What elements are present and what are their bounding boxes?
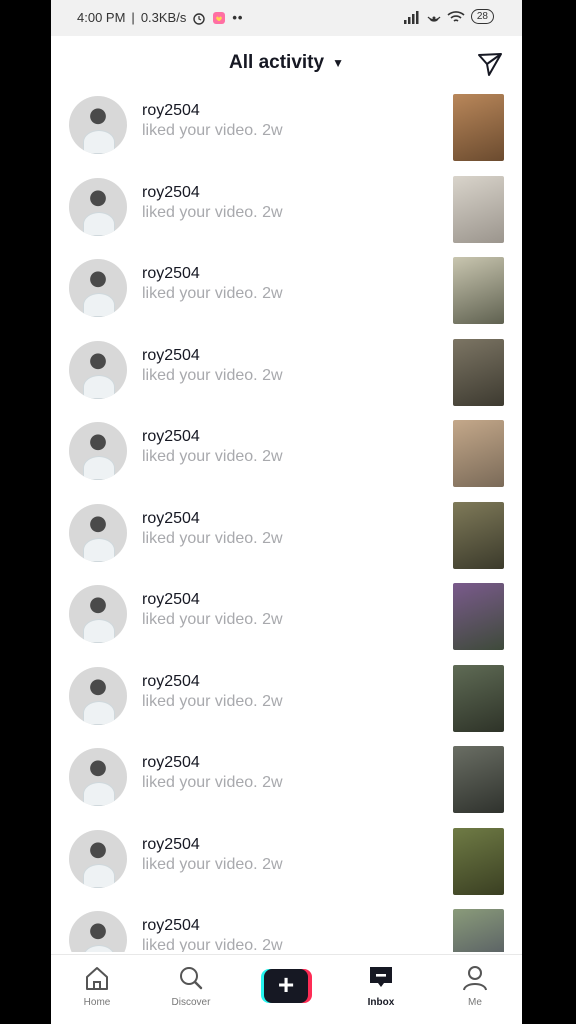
page-title: All activity [229,52,325,73]
avatar[interactable] [69,177,127,236]
username[interactable]: roy2504 [142,673,200,691]
activity-list[interactable]: roy2504 liked your video. 2w roy2504 lik… [51,92,522,952]
nav-me-label: Me [468,997,482,1008]
video-thumbnail[interactable] [453,501,504,569]
activity-text: liked your video. 2w [142,611,283,628]
battery-indicator: 28 [470,9,494,24]
activity-item[interactable]: roy2504 liked your video. 2w [51,175,522,260]
activity-item[interactable]: roy2504 liked your video. 2w [51,746,522,830]
activity-text: liked your video. 2w [142,366,283,384]
create-video-button[interactable]: + [261,969,312,1003]
avatar[interactable] [69,422,127,480]
nav-home[interactable]: Home [67,965,127,1008]
activity-item[interactable]: roy2504 liked your video. 2w [51,909,522,952]
username[interactable]: roy2504 [142,836,200,854]
activity-text: liked your video. 2w [142,203,283,221]
activity-text: liked your video. 2w [142,937,283,952]
status-bar: 4:00 PM | 0.3KB/s •• 28 [51,0,522,36]
activity-text: liked your video. 2w [142,122,283,139]
status-time: 4:00 PM [77,10,126,25]
activity-item[interactable]: roy2504 liked your video. 2w [51,257,522,341]
username[interactable]: roy2504 [142,428,200,446]
activity-text: liked your video. 2w [142,448,283,465]
username[interactable]: roy2504 [142,184,200,202]
status-right: 28 [403,9,494,24]
video-thumbnail[interactable] [453,583,504,650]
plus-icon: + [264,969,308,1003]
nav-discover[interactable]: Discover [161,965,221,1008]
status-speed: 0.3KB/s [140,10,187,25]
wifi-icon [447,10,465,22]
avatar[interactable] [69,96,127,154]
hotspot-icon [427,16,441,22]
avatar[interactable] [69,585,127,643]
nav-inbox-label: Inbox [367,997,395,1008]
username[interactable]: roy2504 [142,591,200,609]
alarm-icon [193,12,206,25]
avatar[interactable] [69,666,127,725]
caret-down-icon: ▼ [332,55,344,70]
activity-filter-dropdown[interactable]: All activity ▼ [51,52,522,74]
status-divider: | [131,10,135,25]
video-thumbnail[interactable] [453,257,504,324]
activity-item[interactable]: roy2504 liked your video. 2w [51,94,522,178]
activity-text: liked your video. 2w [142,529,283,547]
nav-discover-label: Discover [171,997,211,1008]
activity-item[interactable]: roy2504 liked your video. 2w [51,827,522,912]
activity-item[interactable]: roy2504 liked your video. 2w [51,664,522,749]
bottom-navigation: Home Discover + Inbox Me [51,954,522,1024]
username[interactable]: roy2504 [142,754,200,772]
status-left: 4:00 PM | 0.3KB/s •• [77,10,243,25]
video-thumbnail[interactable] [453,746,504,813]
avatar[interactable] [69,340,127,399]
avatar[interactable] [69,259,127,317]
avatar[interactable] [69,503,127,562]
username[interactable]: roy2504 [142,347,200,365]
video-thumbnail[interactable] [453,94,504,161]
phone-screen: 4:00 PM | 0.3KB/s •• 28 All activity ▼ r… [51,0,522,1024]
inbox-icon [370,967,392,987]
profile-icon [463,966,487,991]
nav-inbox[interactable]: Inbox [351,965,411,1008]
video-thumbnail[interactable] [453,175,504,243]
username[interactable]: roy2504 [142,265,200,283]
username[interactable]: roy2504 [142,510,200,528]
username[interactable]: roy2504 [142,102,200,120]
video-thumbnail[interactable] [453,420,504,487]
username[interactable]: roy2504 [142,917,200,935]
activity-text: liked your video. 2w [142,692,283,710]
search-icon [180,967,203,990]
video-thumbnail[interactable] [453,664,504,732]
activity-item[interactable]: roy2504 liked your video. 2w [51,501,522,586]
avatar[interactable] [69,748,127,806]
signal-icon [403,10,419,24]
activity-text: liked your video. 2w [142,285,283,302]
activity-item[interactable]: roy2504 liked your video. 2w [51,420,522,504]
activity-text: liked your video. 2w [142,774,283,791]
nav-home-label: Home [83,997,111,1008]
more-notifications-icon: •• [232,10,244,25]
video-thumbnail[interactable] [453,827,504,895]
activity-text: liked your video. 2w [142,855,283,873]
home-icon [86,967,108,990]
activity-item[interactable]: roy2504 liked your video. 2w [51,338,522,423]
nav-me[interactable]: Me [445,965,505,1008]
activity-item[interactable]: roy2504 liked your video. 2w [51,583,522,667]
video-thumbnail[interactable] [453,909,504,952]
avatar[interactable] [69,911,127,952]
activity-header: All activity ▼ [51,36,522,92]
video-thumbnail[interactable] [453,338,504,406]
direct-message-icon[interactable] [476,50,504,78]
app-notification-icon [213,11,226,24]
avatar[interactable] [69,829,127,888]
